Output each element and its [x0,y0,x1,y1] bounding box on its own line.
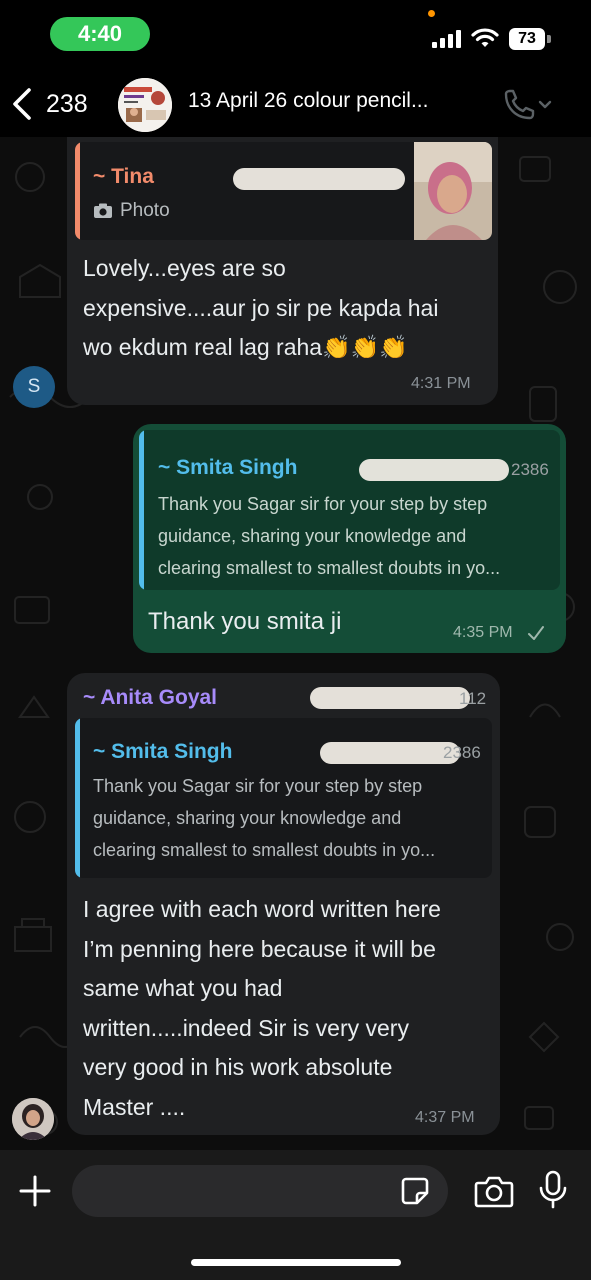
quoted-media-type: Photo [120,200,170,221]
home-indicator [191,1259,401,1266]
redacted-phone-scribble [320,742,460,764]
quoted-sender-name: ~ Smita Singh [93,740,233,763]
message-line: I’m penning here because it will be [83,935,436,962]
message-timestamp: 4:35 PM [453,624,513,641]
quoted-line: Thank you Sagar sir for your step by ste… [93,776,423,796]
group-avatar[interactable] [118,78,172,132]
message-bubble-incoming[interactable]: ~ Tina Photo Lovely...eyes are so expens… [67,137,498,405]
quoted-line: Thank you Sagar sir for your step by ste… [158,494,488,514]
quoted-message[interactable]: ~ Smita Singh 2386 Thank you Sagar sir f… [139,430,560,590]
quote-bar [75,718,80,878]
sender-avatar[interactable] [12,1098,54,1140]
battery-tip [547,35,551,43]
check-icon [528,626,544,640]
quoted-line: guidance, sharing your knowledge and [93,808,402,828]
battery-level: 73 [509,28,545,50]
message-timestamp: 4:31 PM [411,375,471,392]
quoted-media-label: Photo [93,200,170,222]
quoted-sender-name: ~ Tina [93,165,154,188]
message-bubble-incoming[interactable]: ~ Anita Goyal 112 ~ Smita Singh 2386 Tha… [67,673,500,1135]
quoted-photo-thumbnail[interactable] [414,142,492,240]
message-line: very good in his work absolute [83,1054,393,1080]
avatar-photo [12,1098,54,1140]
sender-avatar[interactable]: S [13,366,55,408]
quoted-sender-phone: 2386 [443,743,481,762]
message-timestamp: 4:37 PM [415,1109,475,1126]
quoted-message[interactable]: ~ Tina Photo [75,142,492,240]
quoted-sender-name: ~ Smita Singh [158,456,298,479]
call-button[interactable] [500,88,556,122]
chat-area[interactable]: ~ Tina Photo Lovely...eyes are so expens… [0,137,591,1150]
sticker-icon[interactable] [400,1176,430,1206]
message-line: written.....indeed Sir is very very [83,1014,409,1041]
camera-icon [94,203,112,218]
message-line: expensive....aur jo sir pe kapda hai [83,294,439,321]
redacted-phone-scribble [359,459,509,481]
privacy-indicator-dot [428,10,435,17]
back-chevron-icon [13,88,31,120]
plus-icon[interactable] [18,1174,52,1208]
phone-icon [504,89,552,120]
wifi-icon [471,28,499,47]
quoted-text: Thank you Sagar sir for your step by ste… [93,770,435,866]
message-input[interactable] [72,1165,448,1217]
chat-header: 238 13 April 26 colour pencil... [0,64,591,144]
signal-icon [432,30,461,48]
message-text: Thank you smita ji [148,608,342,635]
message-bubble-outgoing[interactable]: ~ Smita Singh 2386 Thank you Sagar sir f… [133,424,566,653]
quoted-message[interactable]: ~ Smita Singh 2386 Thank you Sagar sir f… [75,718,492,878]
message-text: I agree with each word written here I’m … [83,890,497,1127]
quote-bar [75,142,80,240]
group-avatar-image [118,78,172,132]
camera-icon[interactable] [474,1174,514,1208]
message-input-bar [0,1150,591,1280]
quoted-line: clearing smallest to smallest doubts in … [93,840,436,860]
quoted-line: clearing smallest to smallest doubts in … [158,558,501,578]
message-line: I agree with each word written here [83,896,441,922]
message-line: Lovely...eyes are so [83,255,286,281]
sender-phone: 112 [459,689,487,708]
chat-title[interactable]: 13 April 26 colour pencil... [188,89,488,113]
quoted-text: Thank you Sagar sir for your step by ste… [158,488,500,584]
unread-count: 238 [46,89,88,118]
chevron-down-icon [538,100,552,109]
message-text: Lovely...eyes are so expensive....aur jo… [83,249,495,368]
status-bar: 4:40 73 [0,0,591,64]
message-line: same what you had [83,975,283,1001]
microphone-icon[interactable] [538,1170,568,1210]
back-button[interactable]: 238 [10,82,88,126]
message-line: wo ekdum real lag raha👏👏👏 [83,334,408,360]
quoted-line: guidance, sharing your knowledge and [158,526,467,546]
redacted-phone-scribble [310,687,470,709]
status-time: 4:40 [50,17,150,51]
quoted-sender-phone: 2386 [511,460,549,479]
quote-bar [139,430,144,590]
redacted-phone-scribble [233,168,405,190]
sender-name: ~ Anita Goyal [83,686,218,709]
battery-icon: 73 [509,28,551,50]
